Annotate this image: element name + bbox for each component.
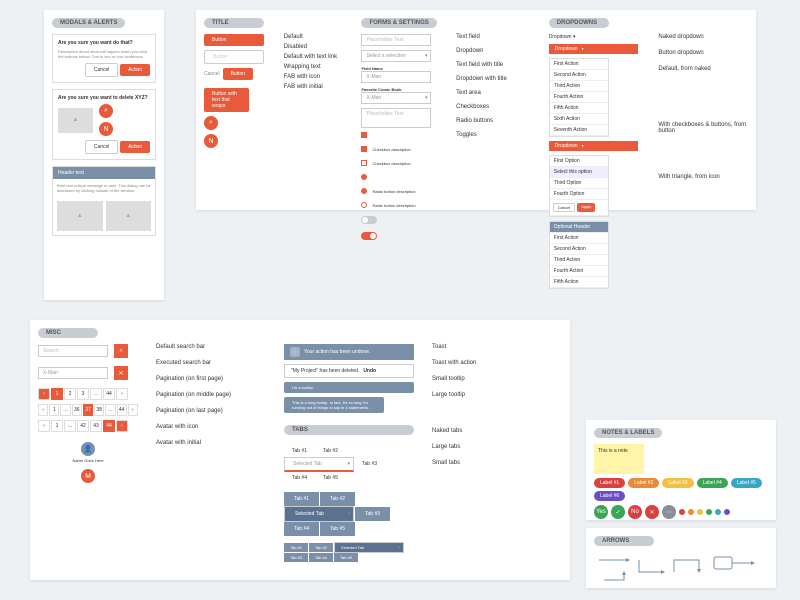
check-icon[interactable]: ✓: [611, 505, 625, 519]
fab-initial[interactable]: N: [204, 134, 218, 148]
action-button[interactable]: Action: [120, 141, 150, 153]
misc-panel: MISC Search ⌕ X-Man ✕ ‹123…44› ‹1…363738…4…: [30, 320, 570, 580]
modals-header: MODALS & ALERTS: [52, 18, 125, 28]
radio[interactable]: [361, 174, 367, 180]
toggle[interactable]: [361, 232, 377, 240]
apply-button[interactable]: Apply: [577, 203, 595, 212]
close-icon[interactable]: ✕: [114, 366, 128, 380]
label: Default: [284, 34, 344, 40]
select[interactable]: X-Man: [361, 92, 431, 104]
toast-action: "My Project" has been deleted.Undo: [284, 364, 414, 378]
tooltip-large: This is a long tooltip. In fact, it's so…: [284, 397, 384, 413]
no-badge[interactable]: No: [628, 505, 642, 519]
search-input[interactable]: X-Man: [38, 367, 108, 379]
image-placeholder: ▲: [58, 108, 93, 133]
textarea[interactable]: Placeholder Text: [361, 108, 431, 128]
info-icon: ⓘ: [290, 347, 300, 357]
checkbox[interactable]: [361, 132, 367, 138]
arrows-header: ARROWS: [594, 536, 654, 546]
image-placeholder: ▲: [106, 201, 152, 231]
checkbox[interactable]: [361, 160, 367, 166]
modal-info: Header text Brief non-critical message t…: [52, 166, 156, 236]
dot-purple: [724, 509, 730, 515]
label: Default with text link: [284, 54, 344, 60]
cancel-button[interactable]: Cancel: [553, 203, 575, 212]
wrap-button[interactable]: Button with text that wraps: [204, 88, 249, 112]
label-pills: Label #1 Label #2 Label #3 Label #4 Labe…: [594, 478, 768, 501]
cancel-button[interactable]: Cancel: [85, 140, 119, 154]
label: Disabled: [284, 44, 344, 50]
large-tabs: Tab #1Tab #2Selected TabTab #3Tab #4Tab …: [284, 492, 414, 536]
buttons-header: TITLE: [204, 18, 264, 28]
more-icon[interactable]: ⋯: [662, 505, 676, 519]
avatar-initial[interactable]: M: [81, 469, 95, 483]
dropdown-menu-header: Optional Header First Action Second Acti…: [549, 221, 609, 289]
yes-badge[interactable]: Yes: [594, 505, 608, 519]
components-panel: TITLE Button Button CancelButton Button …: [196, 10, 756, 210]
disabled-button: Button: [204, 50, 264, 64]
pagination: ‹1…363738…44›: [38, 404, 138, 416]
fab-search-icon[interactable]: ⌕: [99, 104, 113, 118]
naked-dropdown[interactable]: Dropdown ▾: [549, 34, 639, 40]
dot-red: [679, 509, 685, 515]
search-icon[interactable]: ⌕: [114, 344, 128, 358]
avatar-icon[interactable]: 👤: [81, 442, 95, 456]
text-input[interactable]: Placeholder Text: [361, 34, 431, 46]
modal-body: Description about what will happen when …: [58, 49, 150, 59]
toggle[interactable]: [361, 216, 377, 224]
small-tabs: Tab #1Tab #2Selected TabTab #3Tab #4Tab …: [284, 542, 414, 562]
radio[interactable]: [361, 202, 367, 208]
undo-link[interactable]: Undo: [363, 368, 376, 374]
forms-header: FORMS & SETTINGS: [361, 18, 436, 28]
notes-panel: NOTES & LABELS This is a note Label #1 L…: [586, 420, 776, 520]
tooltip-small: I'm a tooltip!: [284, 382, 414, 393]
primary-button[interactable]: Button: [204, 34, 264, 46]
dropdown-menu-checkbox: First Option Select this option Third Op…: [549, 155, 609, 217]
naked-tabs: Tab #1Tab #2Selected TabTab #3Tab #4Tab …: [284, 445, 414, 484]
modal-confirm: Are you sure you want do that? Descripti…: [52, 34, 156, 83]
radio[interactable]: [361, 188, 367, 194]
pagination: ‹1…424344›: [38, 420, 138, 432]
fab-initial[interactable]: N: [99, 122, 113, 136]
tabs-header: TABS: [284, 425, 414, 435]
misc-header: MISC: [38, 328, 98, 338]
modal-header-bar: Header text: [53, 167, 155, 179]
dropdowns-header: DROPDOWNS: [549, 18, 609, 28]
dot-cyan: [715, 509, 721, 515]
modal-title: Are you sure you want do that?: [58, 40, 150, 46]
label: FAB with icon: [284, 74, 344, 80]
toast: ⓘYour action has been undone.: [284, 344, 414, 360]
sticky-note[interactable]: This is a note: [594, 444, 644, 474]
modals-panel: MODALS & ALERTS Are you sure you want do…: [44, 10, 164, 300]
action-button[interactable]: Action: [120, 64, 150, 76]
modal-delete: Are you sure you want to delete XYZ? ▲ ⌕…: [52, 89, 156, 160]
x-icon[interactable]: ✕: [645, 505, 659, 519]
fab-icon[interactable]: ⌕: [204, 116, 218, 130]
dot-orange: [688, 509, 694, 515]
arrows-diagram: [594, 552, 764, 587]
search-input[interactable]: Search: [38, 345, 108, 357]
button-dropdown[interactable]: Dropdown: [549, 141, 639, 151]
primary-button[interactable]: Button: [223, 68, 253, 80]
status-circles: Yes ✓ No ✕ ⋯: [594, 505, 768, 519]
avatar-name: Name Goes Here: [38, 458, 138, 463]
arrows-panel: ARROWS: [586, 528, 776, 588]
cancel-link[interactable]: Cancel: [204, 71, 220, 77]
select[interactable]: Select a selection: [361, 50, 431, 62]
modal-title: Are you sure you want to delete XYZ?: [58, 95, 150, 101]
notes-header: NOTES & LABELS: [594, 428, 662, 438]
label: Wrapping text: [284, 64, 344, 70]
dot-yellow: [697, 509, 703, 515]
text-input[interactable]: X-Man: [361, 71, 431, 83]
cancel-button[interactable]: Cancel: [85, 63, 119, 77]
checkbox[interactable]: [361, 146, 367, 152]
dot-green: [706, 509, 712, 515]
label: FAB with initial: [284, 84, 344, 90]
dropdown-menu: First Action Second Action Third Action …: [549, 58, 609, 137]
button-dropdown[interactable]: Dropdown: [549, 44, 639, 54]
pagination: ‹123…44›: [38, 388, 138, 400]
modal-body: Brief non-critical message to user. This…: [53, 179, 155, 197]
image-placeholder: ▲: [57, 201, 103, 231]
